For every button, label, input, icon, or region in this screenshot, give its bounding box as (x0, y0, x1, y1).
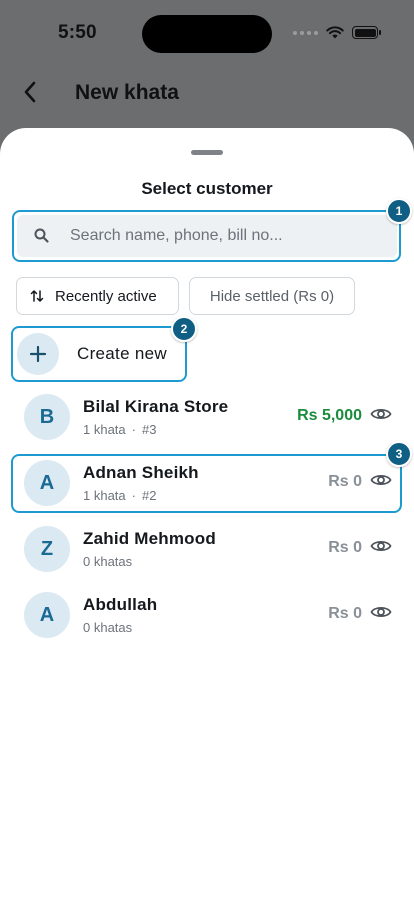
customer-name: Abdullah (83, 595, 158, 614)
search-box[interactable] (17, 215, 397, 257)
hide-settled-button[interactable]: Hide settled (Rs 0) (189, 277, 355, 315)
search-input[interactable] (70, 215, 385, 257)
plus-icon (17, 333, 59, 375)
customer-name: Bilal Kirana Store (83, 397, 229, 416)
khata-ref: #3 (142, 422, 157, 437)
avatar: Z (24, 526, 70, 572)
meta-separator: · (131, 488, 136, 503)
eye-icon[interactable] (370, 472, 392, 488)
badge-2: 2 (171, 316, 197, 342)
customer-balance: Rs 0 (328, 473, 362, 490)
customer-meta: 0 khatas (83, 620, 132, 635)
dynamic-island (142, 15, 272, 53)
status-time: 5:50 (58, 22, 97, 43)
sheet-grabber[interactable] (191, 150, 223, 155)
wifi-icon (326, 26, 344, 39)
khata-count: 1 khata (83, 488, 126, 503)
sort-icon (30, 290, 44, 302)
customer-balance: Rs 0 (328, 605, 362, 622)
badge-3: 3 (386, 441, 412, 467)
customer-name: Adnan Sheikh (83, 463, 199, 482)
khata-count: 0 khatas (83, 620, 133, 635)
khata-count: 0 khatas (83, 554, 133, 569)
sort-label: Recently active (55, 287, 157, 305)
status-icons (293, 26, 381, 39)
avatar: B (24, 394, 70, 440)
search-icon (34, 228, 49, 243)
customer-meta: 1 khata · #3 (83, 422, 156, 437)
customer-row[interactable]: B Bilal Kirana Store 1 khata · #3 Rs 5,0… (14, 388, 400, 448)
badge-1: 1 (386, 198, 412, 224)
battery-icon (352, 26, 381, 39)
avatar: A (24, 460, 70, 506)
hide-settled-label: Hide settled (Rs 0) (209, 287, 335, 305)
customer-meta: 1 khata · #2 (83, 488, 156, 503)
customer-row[interactable]: A Abdullah 0 khatas Rs 0 (14, 586, 400, 646)
avatar: A (24, 592, 70, 638)
customer-row[interactable]: A Adnan Sheikh 1 khata · #2 Rs 0 (14, 454, 400, 514)
eye-icon[interactable] (370, 538, 392, 554)
customer-name: Zahid Mehmood (83, 529, 216, 548)
signal-icon (293, 30, 318, 35)
customer-sheet: Select customer 1 Recently active Hide s… (0, 128, 414, 900)
create-new-button[interactable]: Create new (14, 329, 184, 379)
sort-recently-active-button[interactable]: Recently active (16, 277, 179, 315)
khata-ref: #2 (142, 488, 157, 503)
status-bar: 5:50 (0, 0, 414, 66)
back-icon[interactable] (18, 78, 42, 106)
customer-balance: Rs 0 (328, 539, 362, 556)
customer-balance: Rs 5,000 (297, 407, 362, 424)
meta-separator: · (131, 422, 136, 437)
create-new-label: Create new (77, 344, 167, 363)
eye-icon[interactable] (370, 406, 392, 422)
eye-icon[interactable] (370, 604, 392, 620)
top-bar: New khata (0, 66, 414, 122)
customer-meta: 0 khatas (83, 554, 132, 569)
page-title: New khata (75, 81, 179, 104)
khata-count: 1 khata (83, 422, 126, 437)
customer-row[interactable]: Z Zahid Mehmood 0 khatas Rs 0 (14, 520, 400, 580)
sheet-title: Select customer (141, 179, 273, 198)
